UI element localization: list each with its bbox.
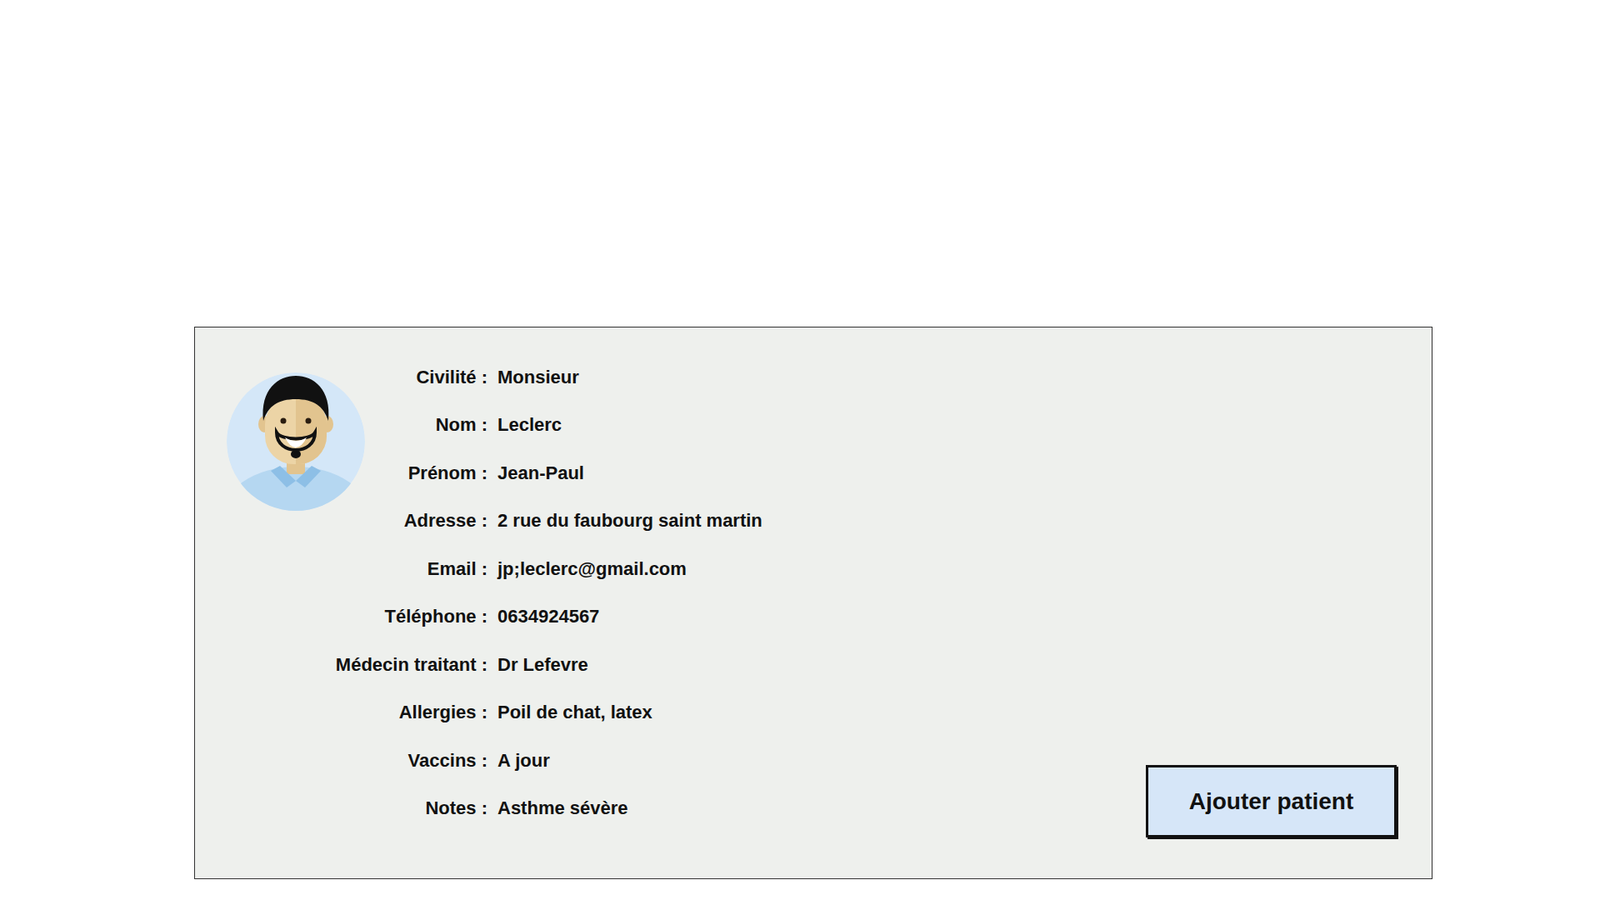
- field-value: Jean-Paul: [497, 462, 763, 485]
- patient-card: Civilité : Monsieur Nom : Leclerc Prénom : Je…: [194, 326, 1433, 880]
- field-label: Email :: [427, 558, 488, 580]
- field-value: Poil de chat, latex: [497, 701, 763, 724]
- field-label: Nom :: [435, 414, 488, 436]
- field-value: Leclerc: [497, 414, 763, 436]
- add-patient-button[interactable]: Ajouter patient: [1145, 765, 1397, 838]
- field-value: 0634924567: [497, 605, 763, 628]
- avatar: [226, 372, 365, 511]
- field-label: Vaccins :: [408, 750, 488, 772]
- field-label: Allergies :: [399, 701, 488, 724]
- field-label: Médecin traitant :: [335, 654, 488, 676]
- field-label: Notes :: [425, 797, 488, 820]
- avatar-icon: [226, 372, 365, 511]
- field-value: jp;leclerc@gmail.com: [497, 558, 763, 580]
- field-value: Asthme sévère: [497, 797, 763, 820]
- field-value: A jour: [497, 750, 763, 772]
- field-label: Civilité :: [415, 366, 488, 389]
- field-label: Téléphone :: [385, 605, 488, 628]
- field-label: Adresse :: [404, 510, 488, 532]
- field-value: Dr Lefevre: [497, 654, 763, 676]
- page: Civilité : Monsieur Nom : Leclerc Prénom : Je…: [0, 0, 1600, 900]
- field-value: 2 rue du faubourg saint martin: [497, 510, 763, 532]
- field-label: Prénom :: [408, 462, 488, 485]
- field-value: Monsieur: [497, 366, 763, 389]
